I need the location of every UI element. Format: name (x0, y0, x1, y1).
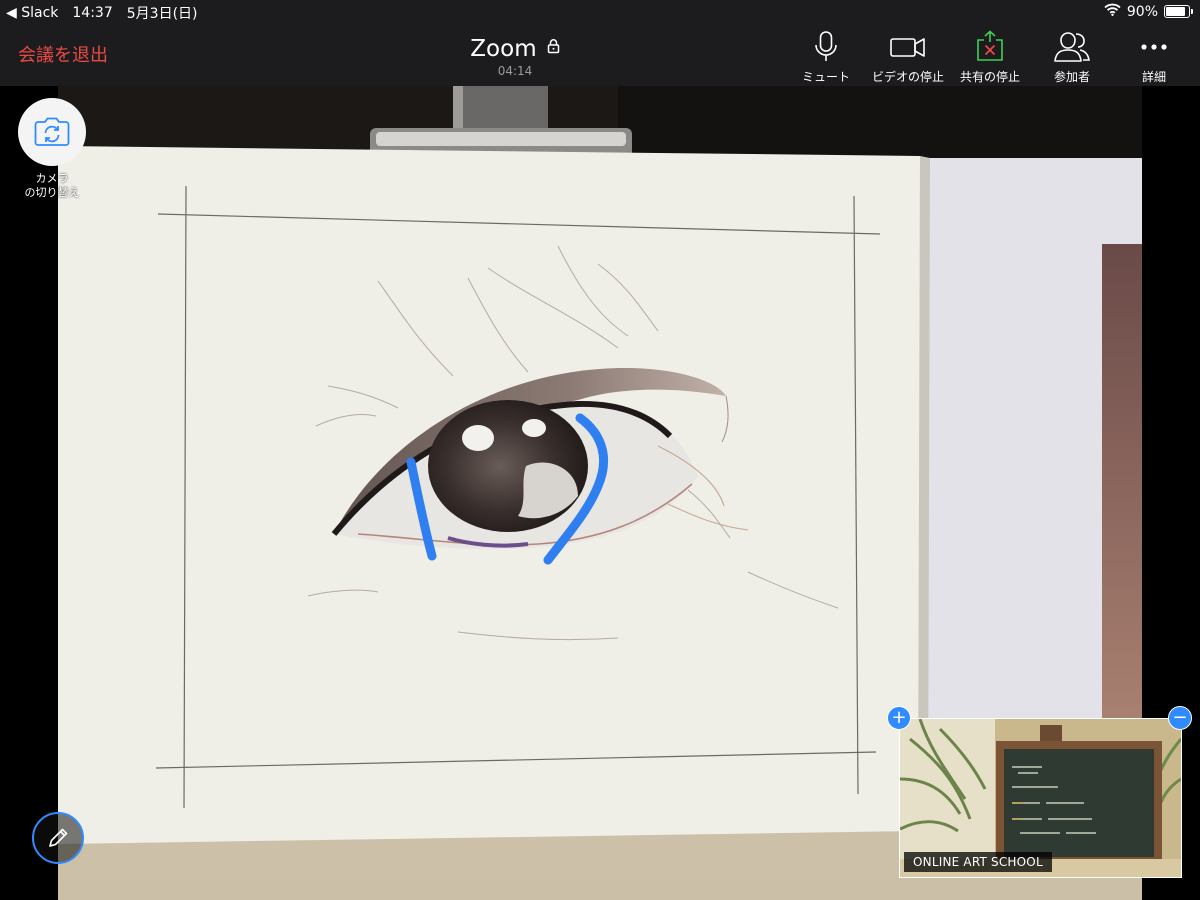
meeting-title-block: Zoom 04:14 (450, 36, 580, 78)
lock-icon[interactable] (547, 38, 560, 58)
switch-camera-label: カメラ の切り替え (12, 172, 92, 200)
stop-video-button[interactable]: ビデオの停止 (868, 30, 948, 85)
meeting-title: Zoom (470, 36, 537, 62)
video-letterbox-left (0, 86, 58, 900)
camera-rotate-icon (34, 117, 70, 146)
mute-label: ミュート (801, 70, 850, 84)
stop-video-label: ビデオの停止 (871, 70, 944, 84)
pencil-icon (49, 828, 68, 847)
participants-label: 参加者 (1053, 70, 1090, 84)
video-camera-icon (890, 38, 925, 57)
annotate-button[interactable] (32, 812, 84, 864)
self-view-name-label: ONLINE ART SCHOOL (904, 852, 1052, 872)
collapse-self-view-button[interactable]: − (1168, 706, 1192, 730)
wall-panel (618, 86, 1142, 160)
battery-percent: 90% (1126, 3, 1158, 20)
easel-top (1040, 725, 1062, 743)
share-stop-icon (977, 30, 1003, 61)
battery-level (1166, 7, 1185, 16)
participants-button[interactable]: 参加者 (1032, 30, 1112, 85)
stop-share-button[interactable]: 共有の停止 (950, 30, 1030, 85)
stop-share-label: 共有の停止 (959, 70, 1020, 84)
participants-icon (1054, 32, 1090, 62)
expand-self-view-button[interactable]: + (887, 706, 911, 730)
back-to-app-link[interactable]: ◀ Slack (6, 5, 58, 21)
status-time: 14:37 (72, 5, 113, 21)
meeting-toolbar: 会議を退出 Zoom 04:14 ミュート ビデオの停止 共有の停止 参加者 詳… (0, 24, 1200, 86)
switch-camera-label-line1: カメラ (35, 172, 69, 185)
more-button[interactable]: 詳細 (1114, 30, 1194, 85)
switch-camera-button[interactable] (18, 98, 86, 166)
leave-meeting-button[interactable]: 会議を退出 (18, 41, 108, 67)
more-label: 詳細 (1141, 70, 1166, 84)
battery-icon (1164, 5, 1193, 18)
mute-button[interactable]: ミュート (786, 30, 866, 85)
microphone-icon (815, 31, 837, 61)
status-bar: ◀ Slack 14:37 5月3日(日) 90% (0, 0, 1200, 24)
status-date: 5月3日(日) (126, 6, 198, 22)
meeting-timer: 04:14 (497, 64, 533, 78)
more-dots-icon (1141, 44, 1167, 50)
wifi-icon (1104, 3, 1121, 20)
switch-camera-label-line2: の切り替え (24, 186, 80, 199)
